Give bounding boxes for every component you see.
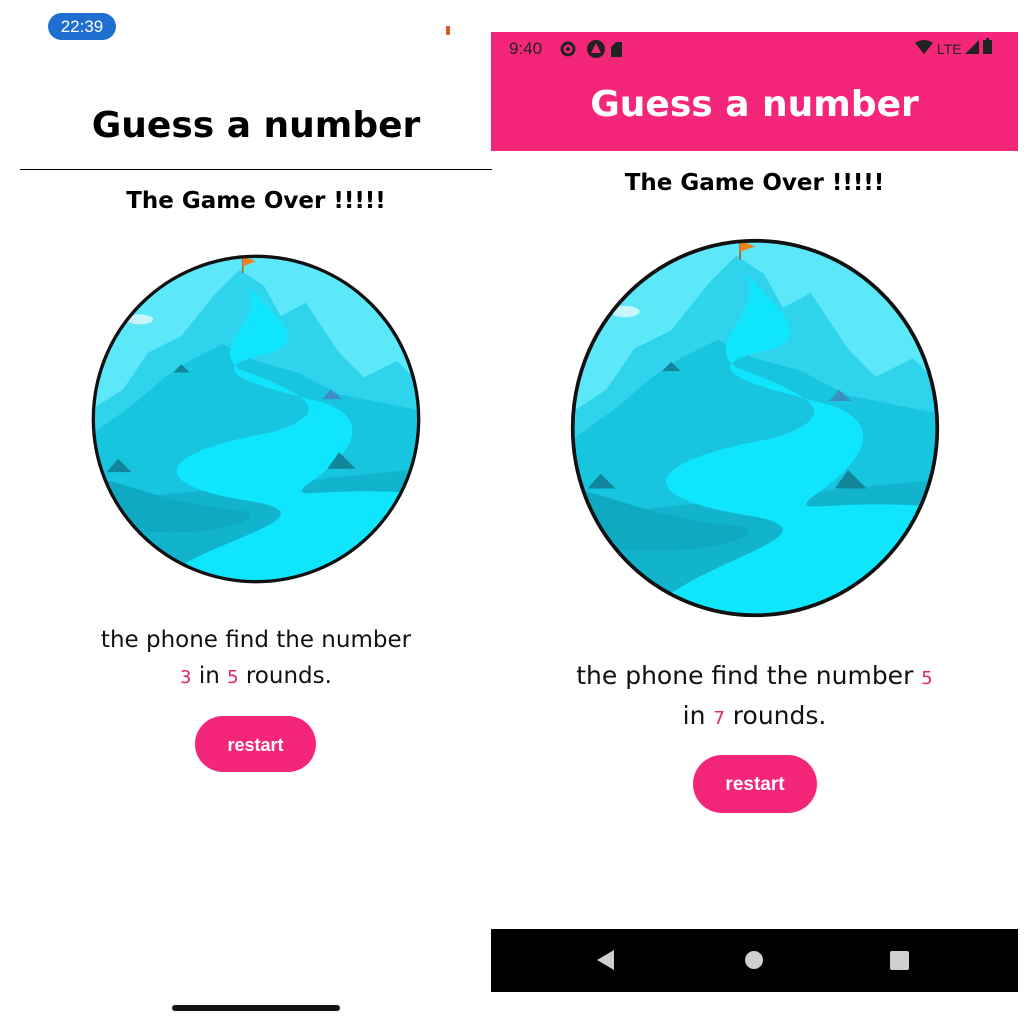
- android-summary-line1: the phone find the number: [576, 661, 914, 690]
- recents-icon[interactable]: [890, 951, 909, 970]
- ios-summary-text: the phone find the number 3 in 5 rounds.: [40, 622, 472, 696]
- ios-summary-line1: the phone find the number: [100, 627, 412, 653]
- ios-game-over-title: The Game Over !!!!!: [126, 188, 386, 214]
- sd-card-icon: [611, 42, 622, 57]
- ios-status-time: 22:39: [48, 13, 116, 40]
- android-summary-text: the phone find the number 5 in 7 rounds.: [531, 657, 978, 737]
- back-icon[interactable]: [597, 950, 614, 970]
- ios-summit-image: [91, 254, 421, 584]
- android-guessed-number: 5: [921, 668, 933, 689]
- ios-restart-button[interactable]: restart: [195, 716, 316, 772]
- android-nav-bar: [491, 929, 1018, 992]
- android-header-title: Guess a number: [590, 84, 919, 125]
- android-summit-image: [570, 238, 940, 618]
- android-status-time: 9:40: [509, 39, 543, 58]
- android-round-count: 7: [713, 708, 725, 729]
- wifi-icon: [915, 40, 933, 54]
- android-game-over-title: The Game Over !!!!!: [624, 170, 885, 196]
- android-restart-button[interactable]: restart: [693, 755, 817, 813]
- ios-rounds-word: rounds.: [245, 663, 332, 689]
- ios-home-indicator[interactable]: [172, 1005, 340, 1011]
- ios-guessed-number: 3: [180, 667, 192, 688]
- android-status-left-icons: [558, 38, 622, 66]
- settings-gear-icon: [560, 41, 576, 57]
- ios-header-title: Guess a number: [91, 105, 421, 146]
- android-status-right: LTE: [915, 38, 993, 60]
- home-icon[interactable]: [745, 951, 763, 969]
- app-logo-icon: [587, 40, 605, 58]
- ios-header-divider: [20, 169, 492, 170]
- android-rounds-word: rounds.: [732, 701, 827, 730]
- android-in-word: in: [682, 701, 706, 730]
- android-network-label: LTE: [936, 41, 962, 57]
- battery-icon: [983, 38, 993, 54]
- ios-recording-indicator: [446, 26, 450, 35]
- ios-in-word: in: [198, 663, 220, 689]
- signal-icon: [965, 40, 980, 54]
- ios-round-count: 5: [227, 667, 239, 688]
